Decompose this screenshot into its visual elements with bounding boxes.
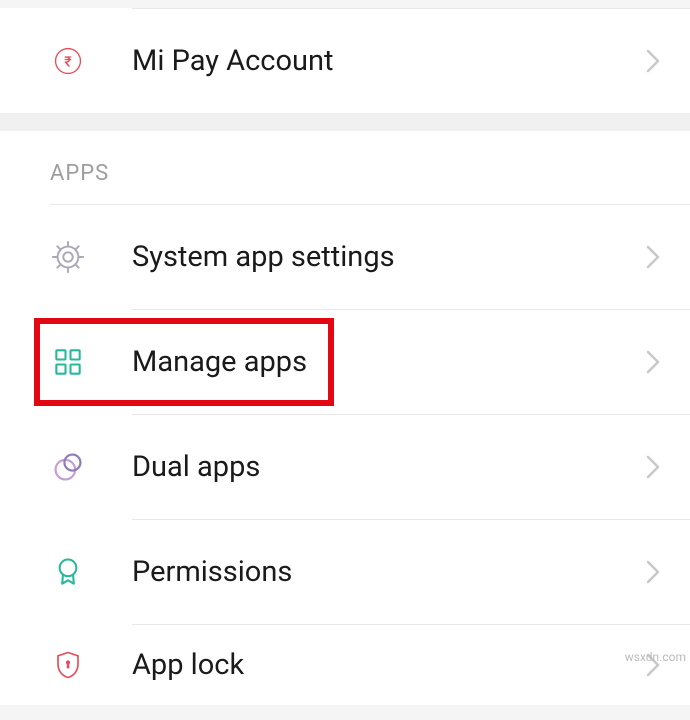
gear-icon bbox=[50, 239, 86, 275]
chevron-right-icon bbox=[646, 245, 660, 269]
app-lock-item[interactable]: App lock bbox=[12, 625, 690, 705]
dual-apps-item[interactable]: Dual apps bbox=[12, 415, 690, 519]
settings-list: ₹ Mi Pay Account APPS System app setting… bbox=[0, 8, 690, 705]
apps-grid-icon bbox=[50, 344, 86, 380]
system-app-settings-item[interactable]: System app settings bbox=[12, 205, 690, 309]
mi-pay-account-item[interactable]: ₹ Mi Pay Account bbox=[12, 9, 690, 113]
permissions-item[interactable]: Permissions bbox=[12, 520, 690, 624]
item-label: Mi Pay Account bbox=[132, 44, 646, 78]
rupee-icon: ₹ bbox=[50, 43, 86, 79]
chevron-right-icon bbox=[646, 455, 660, 479]
item-label: App lock bbox=[132, 648, 646, 682]
svg-text:₹: ₹ bbox=[64, 54, 72, 70]
badge-icon bbox=[50, 554, 86, 590]
manage-apps-item[interactable]: Manage apps bbox=[12, 310, 690, 414]
item-label: System app settings bbox=[132, 240, 646, 274]
apps-section-header: APPS bbox=[12, 131, 690, 204]
shield-lock-icon bbox=[50, 647, 86, 683]
chevron-right-icon bbox=[646, 49, 660, 73]
item-label: Permissions bbox=[132, 555, 646, 589]
section-gap bbox=[0, 113, 690, 131]
item-label: Dual apps bbox=[132, 450, 646, 484]
chevron-right-icon bbox=[646, 560, 660, 584]
item-label: Manage apps bbox=[132, 345, 646, 379]
chevron-right-icon bbox=[646, 350, 660, 374]
watermark: wsxdn.com bbox=[625, 650, 686, 664]
dual-circle-icon bbox=[50, 449, 86, 485]
